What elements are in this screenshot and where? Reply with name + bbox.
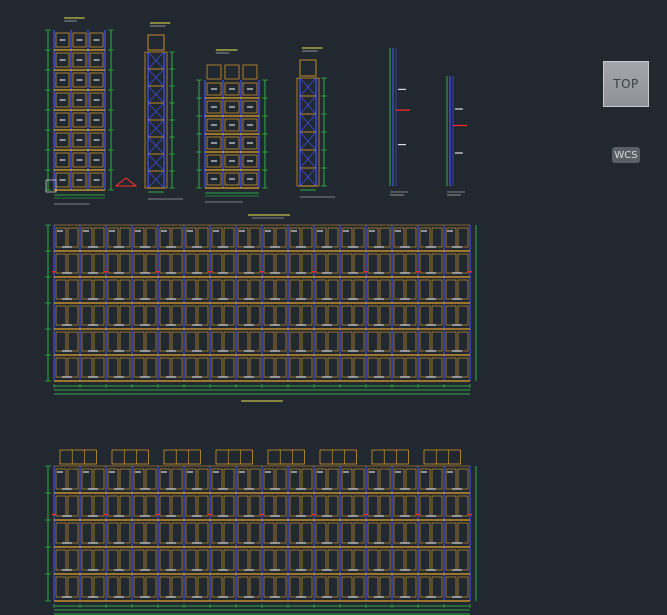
long-elevation-1: [45, 224, 477, 402]
wcs-button[interactable]: WCS: [612, 147, 640, 163]
side-elevation-1: [144, 22, 184, 200]
plan-title-1: [248, 214, 290, 219]
wcs-label: WCS: [614, 149, 638, 161]
upright-detail-2: [446, 76, 467, 196]
drawing-viewport[interactable]: TOP WCS: [0, 0, 667, 615]
viewcube[interactable]: TOP: [603, 61, 649, 107]
front-elevation-2: [196, 49, 268, 203]
side-elevation-2: [296, 47, 336, 198]
cad-drawing: [45, 17, 477, 615]
viewcube-label: TOP: [613, 77, 639, 91]
front-elevation-1: [45, 17, 114, 205]
long-elevation-2: [45, 449, 477, 615]
upright-detail-1: [389, 48, 410, 196]
